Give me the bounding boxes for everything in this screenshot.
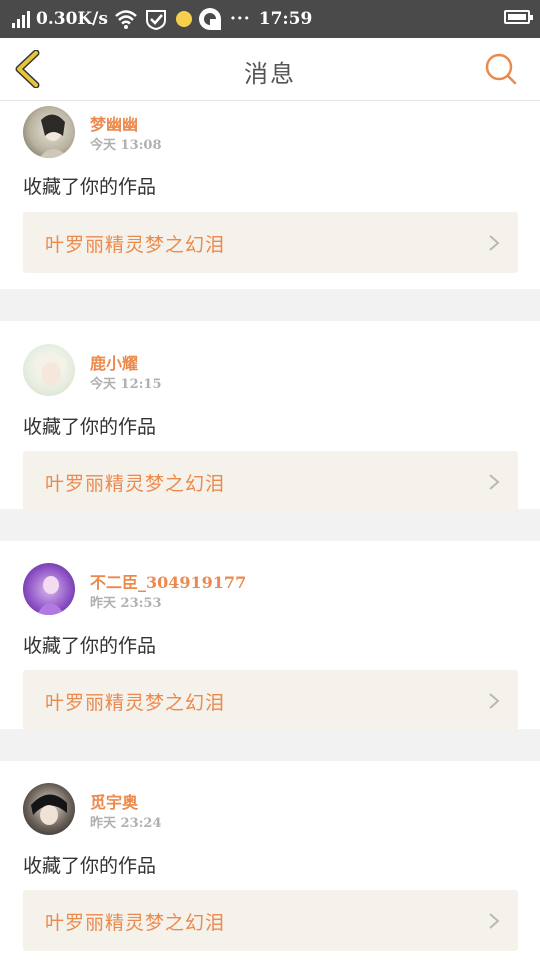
avatar[interactable] [23, 783, 75, 835]
net-speed: 0.30K/s [36, 9, 108, 29]
work-link[interactable]: 叶罗丽精灵梦之幻泪 [23, 670, 518, 731]
work-link[interactable]: 叶罗丽精灵梦之幻泪 [23, 890, 518, 951]
list-item: 觅宇奥 昨天 23:24 收藏了你的作品 叶罗丽精灵梦之幻泪 [0, 761, 540, 969]
work-title: 叶罗丽精灵梦之幻泪 [45, 234, 226, 256]
action-text: 收藏了你的作品 [23, 416, 157, 438]
chevron-right-icon [489, 913, 500, 929]
avatar[interactable] [23, 344, 75, 396]
username[interactable]: 不二臣_304919177 [90, 569, 246, 593]
wifi-icon [114, 9, 138, 29]
status-bar: 0.30K/s ··· 17:59 [0, 0, 540, 38]
list-item: 梦幽幽 今天 13:08 收藏了你的作品 叶罗丽精灵梦之幻泪 [0, 101, 540, 289]
chevron-right-icon [489, 693, 500, 709]
chevron-right-icon [489, 474, 500, 490]
list-item: 不二臣_304919177 昨天 23:53 收藏了你的作品 叶罗丽精灵梦之幻泪 [0, 541, 540, 731]
search-icon [485, 53, 517, 85]
title-bar: 消息 [0, 38, 540, 101]
work-title: 叶罗丽精灵梦之幻泪 [45, 912, 226, 934]
work-link[interactable]: 叶罗丽精灵梦之幻泪 [23, 451, 518, 512]
check-shield-icon [144, 8, 168, 30]
page-title: 消息 [244, 60, 296, 88]
chevron-right-icon [489, 235, 500, 251]
signal-icon [12, 10, 30, 28]
username[interactable]: 觅宇奥 [90, 789, 138, 813]
avatar[interactable] [23, 563, 75, 615]
work-title: 叶罗丽精灵梦之幻泪 [45, 692, 226, 714]
search-button[interactable] [484, 52, 518, 86]
username[interactable]: 梦幽幽 [90, 111, 138, 135]
work-title: 叶罗丽精灵梦之幻泪 [45, 473, 226, 495]
work-link[interactable]: 叶罗丽精灵梦之幻泪 [23, 212, 518, 273]
timestamp: 昨天 23:24 [90, 816, 162, 831]
battery-icon [504, 10, 533, 24]
action-text: 收藏了你的作品 [23, 635, 157, 657]
notification-dot-icon [175, 11, 192, 27]
list-item: 鹿小耀 今天 12:15 收藏了你的作品 叶罗丽精灵梦之幻泪 [0, 321, 540, 512]
action-text: 收藏了你的作品 [23, 176, 157, 198]
clock: 17:59 [258, 9, 313, 29]
avatar[interactable] [23, 106, 75, 158]
timestamp: 昨天 23:53 [90, 596, 162, 611]
app-notification-icon [198, 7, 222, 31]
action-text: 收藏了你的作品 [23, 855, 157, 877]
message-list: 梦幽幽 今天 13:08 收藏了你的作品 叶罗丽精灵梦之幻泪 鹿小耀 今天 12… [0, 101, 540, 969]
username[interactable]: 鹿小耀 [90, 350, 138, 374]
timestamp: 今天 12:15 [90, 377, 162, 392]
more-notifications-icon: ··· [229, 9, 251, 29]
timestamp: 今天 13:08 [90, 138, 162, 153]
